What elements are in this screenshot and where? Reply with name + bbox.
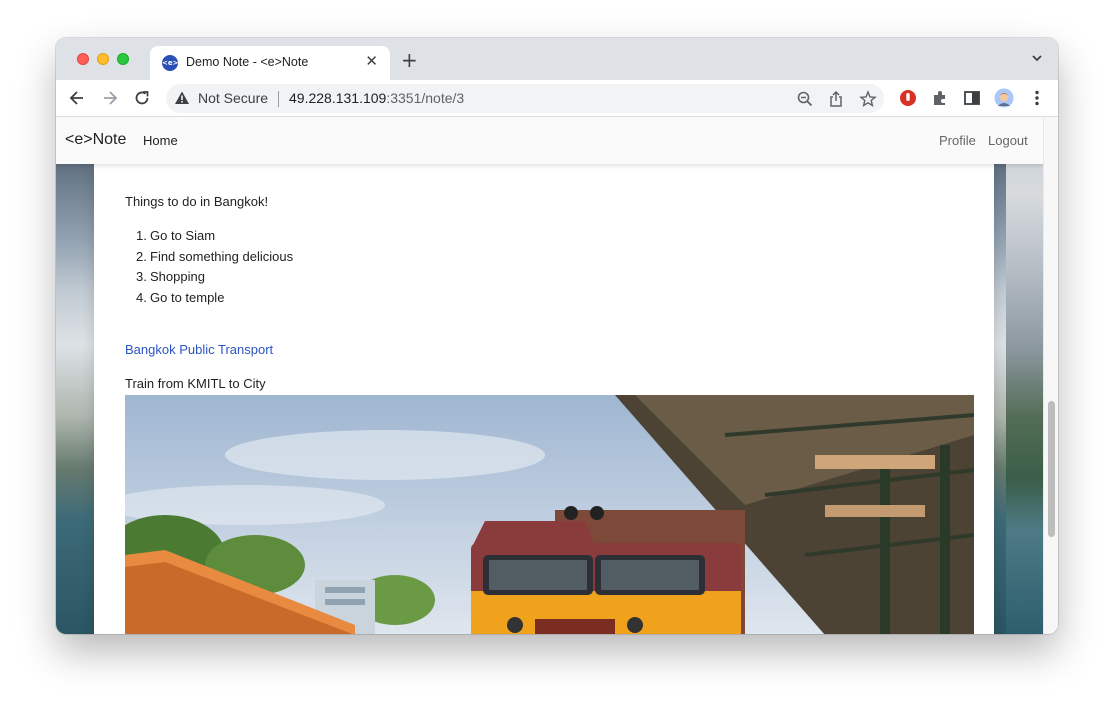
- browser-toolbar: Not Secure 49.228.131.109:3351/note/3: [56, 80, 1058, 117]
- back-icon[interactable]: [67, 88, 87, 108]
- star-icon[interactable]: [859, 90, 877, 108]
- reload-icon[interactable]: [132, 88, 152, 108]
- list-number: 2.: [136, 248, 147, 264]
- address-bar[interactable]: Not Secure 49.228.131.109:3351/note/3: [166, 84, 884, 113]
- security-label[interactable]: Not Secure: [198, 90, 268, 106]
- list-item-text: Find something delicious: [150, 248, 294, 264]
- photo-caption: Train from KMITL to City: [125, 376, 266, 391]
- note-intro: Things to do in Bangkok!: [125, 194, 269, 209]
- zoom-icon[interactable]: [796, 90, 814, 108]
- url-text[interactable]: 49.228.131.109:3351/note/3: [289, 90, 464, 106]
- minimize-window-button[interactable]: [97, 53, 109, 65]
- train-photo: [125, 395, 974, 634]
- list-item-text: Go to temple: [150, 290, 225, 306]
- chevron-down-icon[interactable]: [1030, 51, 1044, 70]
- close-window-button[interactable]: [77, 53, 89, 65]
- nav-profile-link[interactable]: Profile: [939, 133, 976, 148]
- warning-icon[interactable]: [174, 90, 190, 111]
- brand-logo[interactable]: <e>Note: [65, 131, 126, 149]
- url-path: :3351/note/3: [386, 90, 465, 106]
- new-tab-icon[interactable]: +: [401, 49, 418, 71]
- nav-logout-link[interactable]: Logout: [988, 133, 1028, 148]
- favicon-icon: <e>: [162, 55, 178, 71]
- forward-icon[interactable]: [100, 88, 120, 108]
- extensions-puzzle-icon[interactable]: [930, 88, 950, 108]
- address-divider: [278, 91, 279, 107]
- list-item: 1. Go to Siam: [125, 226, 293, 247]
- list-item: 4. Go to temple: [125, 288, 293, 309]
- browser-window: <e> Demo Note - <e>Note ✕ + Not Secure 4…: [56, 38, 1058, 634]
- list-item-text: Go to Siam: [150, 228, 216, 243]
- note-card: Things to do in Bangkok! 1. Go to Siam 2.…: [94, 147, 994, 634]
- maximize-window-button[interactable]: [117, 53, 129, 65]
- kebab-menu-icon[interactable]: [1027, 88, 1047, 108]
- nav-home-link[interactable]: Home: [143, 133, 178, 148]
- todo-list: 1. Go to Siam 2. Find something delicious …: [125, 226, 293, 309]
- background-photo-right: [1006, 117, 1043, 634]
- list-number: 1.: [136, 228, 147, 243]
- tab-strip: <e> Demo Note - <e>Note ✕ +: [56, 38, 1058, 80]
- profile-avatar-icon[interactable]: [994, 88, 1014, 108]
- tab-title: Demo Note - <e>Note: [186, 55, 309, 69]
- side-panel-icon[interactable]: [962, 88, 982, 108]
- url-host: 49.228.131.109: [289, 90, 387, 106]
- list-number: 4.: [136, 290, 147, 306]
- web-page: <e>Note Home Profile Logout Things to do…: [56, 117, 1043, 634]
- extension-shield-icon[interactable]: [898, 88, 918, 108]
- list-number: 3.: [136, 269, 147, 285]
- tab-close-icon[interactable]: ✕: [365, 53, 378, 71]
- transport-link[interactable]: Bangkok Public Transport: [125, 342, 273, 357]
- list-item: 3. Shopping: [125, 267, 293, 288]
- site-navbar: <e>Note Home Profile Logout: [56, 117, 1043, 164]
- scrollbar-thumb[interactable]: [1048, 401, 1055, 537]
- list-item-text: Shopping: [150, 269, 205, 285]
- tab-demo-note[interactable]: <e> Demo Note - <e>Note ✕: [150, 46, 390, 80]
- train-photo-illustration: [125, 395, 974, 634]
- page-scrollbar[interactable]: [1043, 117, 1058, 634]
- share-icon[interactable]: [827, 90, 845, 108]
- list-item: 2. Find something delicious: [125, 247, 293, 268]
